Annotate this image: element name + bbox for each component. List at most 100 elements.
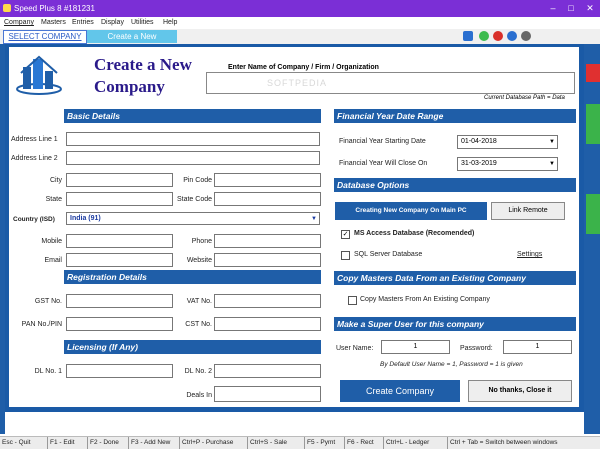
vat-label: VAT No. [186, 298, 212, 305]
link-remote-button[interactable]: Link Remote [491, 202, 565, 220]
settings-link[interactable]: Settings [517, 251, 542, 258]
gst-label: GST No. [34, 298, 62, 305]
dl2-input[interactable] [214, 364, 321, 378]
pan-label: PAN No./PIN [21, 321, 62, 328]
menu-bar: Company Masters Entries Display Utilitie… [0, 17, 600, 29]
create-company-button[interactable]: Create Company [340, 380, 460, 402]
city-input[interactable] [66, 173, 173, 187]
address1-label: Address Line 1 [11, 136, 58, 143]
dialog-heading-line1: Create a New [94, 55, 192, 74]
menu-company[interactable]: Company [4, 17, 34, 29]
status-ctrl-l: Ctrl+L - Ledger [384, 437, 448, 449]
username-input[interactable]: 1 [381, 340, 450, 354]
basic-details-header: Basic Details [64, 109, 321, 123]
address2-label: Address Line 2 [11, 155, 58, 162]
copy-masters-label: Copy Masters From An Existing Company [360, 296, 490, 303]
status-ctrl-s: Ctrl+S - Sale [248, 437, 305, 449]
financial-year-header: Financial Year Date Range [334, 109, 576, 123]
deals-in-label: Deals In [186, 392, 212, 399]
close-icon[interactable]: ✕ [581, 0, 599, 17]
address2-input[interactable] [66, 151, 320, 165]
company-logo-icon [15, 53, 63, 95]
chevron-down-icon[interactable]: ▼ [549, 136, 555, 148]
settings-icon[interactable] [521, 31, 531, 41]
menu-help[interactable]: Help [163, 17, 177, 29]
password-input[interactable]: 1 [503, 340, 572, 354]
pan-input[interactable] [66, 317, 173, 331]
title-bar: Speed Plus 8 #181231 – □ ✕ [0, 0, 600, 17]
ms-access-label: MS Access Database (Recomended) [354, 230, 475, 237]
vat-input[interactable] [214, 294, 321, 308]
mobile-input[interactable] [66, 234, 173, 248]
fy-start-value: 01-04-2018 [461, 138, 497, 145]
phone-label: Phone [191, 238, 212, 245]
copy-masters-header: Copy Masters Data From an Existing Compa… [334, 271, 576, 285]
password-value: 1 [535, 343, 540, 350]
ms-access-checkbox[interactable]: ✓ [341, 230, 350, 239]
country-select[interactable]: India (91) ▼ [66, 212, 320, 225]
sql-server-label: SQL Server Database [354, 251, 423, 258]
status-ctrl-tab: Ctrl + Tab = Switch between windows [450, 439, 558, 446]
chat-icon[interactable] [493, 31, 503, 41]
website-label: Website [186, 257, 212, 264]
company-name-input[interactable]: SOFTPEDIA [206, 72, 575, 94]
status-f6: F6 - Rect [345, 437, 384, 449]
background-right [584, 44, 600, 434]
menu-masters[interactable]: Masters [41, 17, 66, 29]
chevron-down-icon[interactable]: ▼ [311, 213, 317, 225]
menu-utilities[interactable]: Utilities [131, 17, 154, 29]
status-f5: F5 - Pymt [305, 437, 345, 449]
watermark-text: SOFTPEDIA [267, 78, 328, 88]
gst-input[interactable] [66, 294, 173, 308]
close-dialog-button[interactable]: No thanks, Close it [468, 380, 572, 402]
default-user-note: By Default User Name = 1, Password = 1 i… [380, 361, 523, 368]
status-esc: Esc - Quit [0, 437, 48, 449]
whatsapp-icon[interactable] [479, 31, 489, 41]
super-user-header: Make a Super User for this company [334, 317, 576, 331]
maximize-icon[interactable]: □ [562, 0, 580, 17]
dl2-label: DL No. 2 [184, 368, 212, 375]
website-input[interactable] [214, 253, 321, 267]
registration-header: Registration Details [64, 270, 321, 284]
state-label: State [45, 196, 62, 203]
email-input[interactable] [66, 253, 173, 267]
status-f1: F1 - Edit [48, 437, 88, 449]
fy-close-value: 31-03-2019 [461, 160, 497, 167]
fy-close-date-picker[interactable]: 31-03-2019 ▼ [457, 157, 558, 171]
state-code-label: State Code [176, 196, 212, 203]
minimize-icon[interactable]: – [544, 0, 562, 17]
side-tab-green [586, 104, 600, 144]
youtube-icon[interactable] [507, 31, 517, 41]
menu-entries[interactable]: Entries [72, 17, 94, 29]
licensing-header: Licensing (If Any) [64, 340, 321, 354]
address1-input[interactable] [66, 132, 320, 146]
mobile-label: Mobile [41, 238, 62, 245]
city-label: City [49, 177, 62, 184]
fy-start-date-picker[interactable]: 01-04-2018 ▼ [457, 135, 558, 149]
password-label: Password: [460, 345, 493, 352]
copy-masters-checkbox[interactable] [348, 296, 357, 305]
state-code-input[interactable] [214, 192, 321, 206]
pin-code-input[interactable] [214, 173, 321, 187]
sql-server-checkbox[interactable] [341, 251, 350, 260]
deals-in-input[interactable] [214, 386, 321, 402]
select-company-tab[interactable]: SELECT COMPANY [3, 30, 87, 44]
phone-input[interactable] [214, 234, 321, 248]
cst-input[interactable] [214, 317, 321, 331]
state-input[interactable] [66, 192, 173, 206]
chevron-down-icon[interactable]: ▼ [549, 158, 555, 170]
menu-display[interactable]: Display [101, 17, 124, 29]
window-title: Speed Plus 8 #181231 [14, 4, 95, 13]
username-value: 1 [413, 343, 418, 350]
create-new-tab[interactable]: Create a New [87, 30, 177, 43]
database-options-header: Database Options [334, 178, 576, 192]
status-ctrl-p: Ctrl+P - Purchase [180, 437, 248, 449]
megaphone-icon[interactable] [463, 31, 473, 41]
side-tab-red [586, 64, 600, 82]
status-f3: F3 - Add New [129, 437, 180, 449]
dl1-input[interactable] [66, 364, 173, 378]
fy-close-label: Financial Year Will Close On [339, 160, 428, 167]
app-icon [3, 4, 11, 12]
main-pc-button[interactable]: Creating New Company On Main PC [335, 202, 487, 220]
status-bar: Esc - Quit F1 - Edit F2 - Done F3 - Add … [0, 436, 600, 449]
